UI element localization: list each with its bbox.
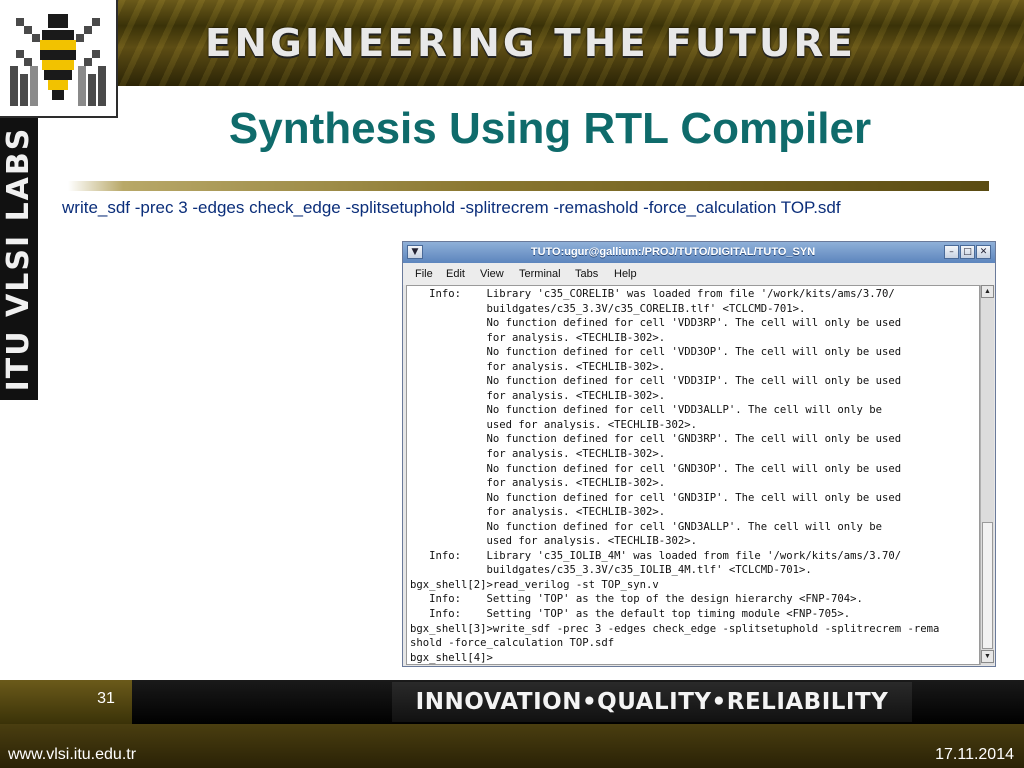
terminal-text: Info: Library 'c35_CORELIB' was loaded f… <box>407 286 979 664</box>
terminal-line: used for analysis. <TECHLIB-302>. <box>486 535 698 548</box>
terminal-menubar: File Edit View Terminal Tabs Help <box>403 263 995 285</box>
terminal-titlebar[interactable]: ▼ TUTO:ugur@gallium:/PROJ/TUTO/DIGITAL/T… <box>403 242 995 263</box>
footer-slogan: INNOVATION•QUALITY•RELIABILITY <box>392 682 912 722</box>
terminal-line: No function defined for cell 'GND3RP'. T… <box>486 433 902 446</box>
terminal-scrollbar[interactable]: ▲ ▼ <box>980 285 994 665</box>
menu-edit[interactable]: Edit <box>446 263 465 285</box>
terminal-line: bgx_shell[4]> <box>410 651 493 664</box>
menu-view[interactable]: View <box>480 263 504 285</box>
scroll-up-icon[interactable]: ▲ <box>981 285 994 298</box>
bee-logo-icon <box>6 4 110 110</box>
command-caption: write_sdf -prec 3 -edges check_edge -spl… <box>62 198 841 217</box>
terminal-line: No function defined for cell 'VDD3RP'. T… <box>486 317 902 330</box>
terminal-line: for analysis. <TECHLIB-302>. <box>486 331 666 344</box>
menu-tabs[interactable]: Tabs <box>575 263 598 285</box>
terminal-line: used for analysis. <TECHLIB-302>. <box>486 418 698 431</box>
bottom-bar <box>0 724 1024 768</box>
scrollbar-thumb[interactable] <box>982 522 993 649</box>
terminal-window[interactable]: ▼ TUTO:ugur@gallium:/PROJ/TUTO/DIGITAL/T… <box>402 241 996 667</box>
close-icon[interactable]: ✕ <box>976 245 991 259</box>
terminal-line: buildgates/c35_3.3V/c35_IOLIB_4M.tlf' <T… <box>486 564 812 577</box>
logo <box>0 0 118 118</box>
terminal-line: bgx_shell[2]>read_verilog -st TOP_syn.v <box>410 578 659 591</box>
maximize-icon[interactable]: □ <box>960 245 975 259</box>
terminal-line: Info: Library 'c35_IOLIB_4M' was loaded … <box>429 549 902 562</box>
menu-icon[interactable]: ▼ <box>407 245 423 259</box>
terminal-line: Info: Library 'c35_CORELIB' was loaded f… <box>429 288 895 300</box>
menu-terminal[interactable]: Terminal <box>519 263 561 285</box>
terminal-line: shold -force_calculation TOP.sdf <box>410 637 615 650</box>
terminal-line: buildgates/c35_3.3V/c35_CORELIB.tlf' <TC… <box>486 302 806 315</box>
banner-slogan: ENGINEERING THE FUTURE <box>205 21 856 65</box>
terminal-line: No function defined for cell 'VDD3ALLP'.… <box>486 404 882 417</box>
terminal-line: Info: Setting 'TOP' as the top of the de… <box>429 593 863 606</box>
terminal-line: for analysis. <TECHLIB-302>. <box>486 389 666 402</box>
slide-title: Synthesis Using RTL Compiler <box>228 104 872 153</box>
side-label: ITU VLSI LABS <box>1 126 36 392</box>
footer-date: 17.11.2014 <box>935 746 1014 763</box>
terminal-line: Info: Setting 'TOP' as the default top t… <box>429 608 851 621</box>
terminal-output[interactable]: Info: Library 'c35_CORELIB' was loaded f… <box>406 285 980 665</box>
terminal-line: for analysis. <TECHLIB-302>. <box>486 448 666 461</box>
minimize-icon[interactable]: – <box>944 245 959 259</box>
terminal-line: No function defined for cell 'GND3OP'. T… <box>486 462 902 475</box>
page-number: 31 <box>97 690 115 707</box>
menu-help[interactable]: Help <box>614 263 637 285</box>
scroll-down-icon[interactable]: ▼ <box>981 650 994 663</box>
terminal-line: for analysis. <TECHLIB-302>. <box>486 360 666 373</box>
top-banner: ENGINEERING THE FUTURE <box>0 0 1024 86</box>
terminal-line: No function defined for cell 'GND3ALLP'.… <box>486 520 882 533</box>
terminal-line: bgx_shell[3]>write_sdf -prec 3 -edges ch… <box>410 622 940 635</box>
terminal-line: No function defined for cell 'VDD3OP'. T… <box>486 346 902 359</box>
menu-file[interactable]: File <box>415 263 433 285</box>
terminal-line: No function defined for cell 'VDD3IP'. T… <box>486 375 902 388</box>
terminal-line: No function defined for cell 'GND3IP'. T… <box>486 491 902 504</box>
terminal-line: for analysis. <TECHLIB-302>. <box>486 506 666 519</box>
title-divider <box>68 181 989 191</box>
terminal-line: for analysis. <TECHLIB-302>. <box>486 477 666 490</box>
footer-url[interactable]: www.vlsi.itu.edu.tr <box>8 746 136 764</box>
terminal-title: TUTO:ugur@gallium:/PROJ/TUTO/DIGITAL/TUT… <box>530 246 816 258</box>
